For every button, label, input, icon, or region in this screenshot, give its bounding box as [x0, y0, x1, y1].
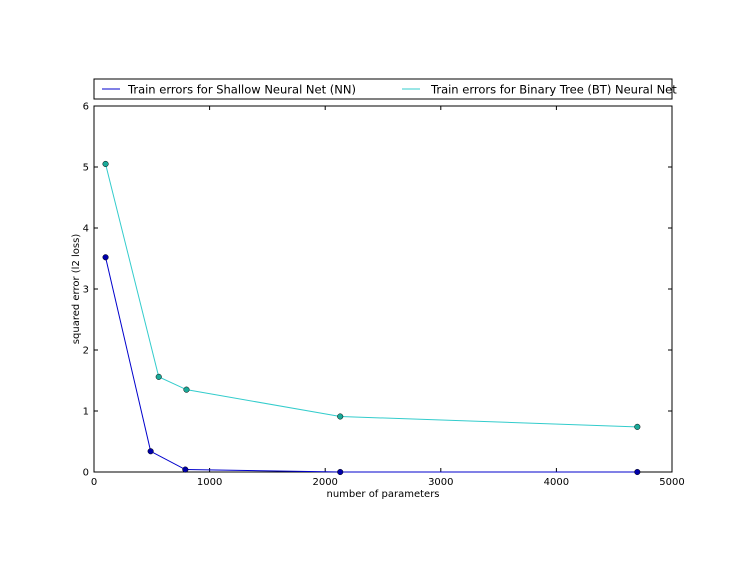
line-chart: Train errors for Shallow Neural Net (NN)… — [71, 78, 685, 500]
x-tick-label: 2000 — [312, 477, 337, 488]
x-tick-label: 4000 — [544, 477, 569, 488]
y-tick-label: 0 — [83, 468, 89, 479]
y-tick-label: 1 — [83, 407, 89, 418]
axis-ticks: 0 1000 2000 3000 4000 5000 0 1 2 3 4 5 6 — [83, 102, 685, 489]
legend-label-shallow-nn: Train errors for Shallow Neural Net (NN) — [127, 83, 356, 97]
series-line-0 — [105, 257, 638, 473]
y-axis-label: squared error (l2 loss) — [71, 234, 82, 345]
x-tick-label: 1000 — [197, 477, 222, 488]
data-point-series-0 — [182, 466, 189, 473]
data-point-series-0 — [147, 448, 154, 455]
y-tick-label: 4 — [83, 224, 89, 235]
data-point-series-1 — [634, 423, 641, 430]
data-point-series-1 — [337, 413, 344, 420]
legend-label-binary-tree-nn: Train errors for Binary Tree (BT) Neural… — [430, 83, 677, 97]
x-tick-label: 5000 — [659, 477, 684, 488]
data-point-series-1 — [102, 160, 109, 167]
y-tick-label: 6 — [83, 102, 89, 113]
data-point-series-0 — [634, 468, 641, 476]
x-tick-label: 0 — [91, 477, 97, 488]
x-axis-label: number of parameters — [326, 489, 439, 500]
y-tick-label: 2 — [83, 346, 89, 357]
y-tick-label: 3 — [83, 285, 89, 296]
plot-frame — [93, 105, 673, 473]
series-layer — [102, 160, 641, 476]
data-point-series-0 — [337, 468, 344, 476]
y-tick-label: 5 — [83, 163, 89, 174]
legend: Train errors for Shallow Neural Net (NN)… — [93, 78, 677, 100]
data-point-series-1 — [155, 373, 162, 380]
data-point-series-1 — [183, 386, 190, 393]
x-tick-label: 3000 — [428, 477, 453, 488]
data-point-series-0 — [102, 254, 109, 261]
